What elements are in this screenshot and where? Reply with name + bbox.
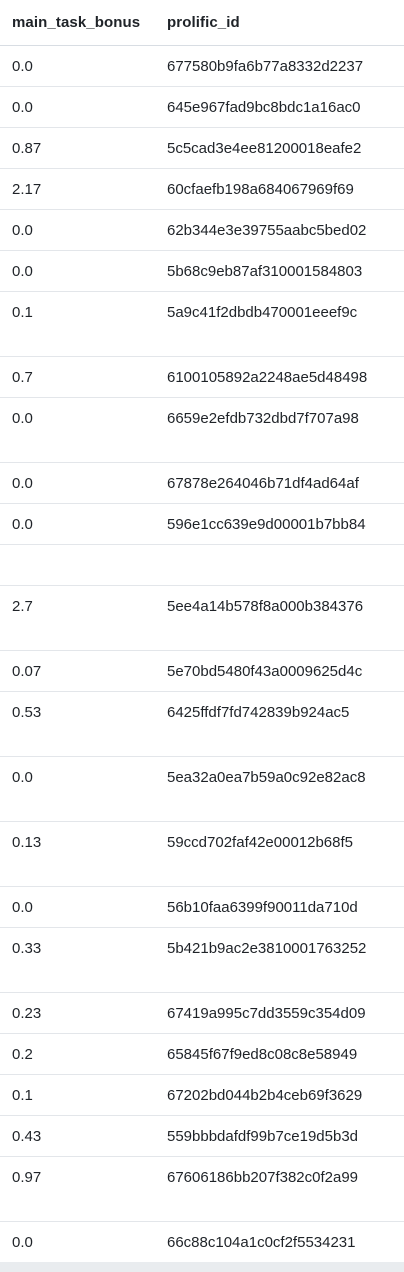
cell-prolific-id: 596e1cc639e9d00001b7bb84 (167, 516, 366, 533)
cell-main-task-bonus: 0.23 (12, 1005, 42, 1022)
table-row[interactable]: 0.13 59ccd702faf42e00012b68f5 (0, 822, 404, 887)
table-row[interactable]: 0.87 5c5cad3e4ee81200018eafe2 (0, 128, 404, 169)
cell-main-task-bonus: 0.87 (12, 140, 42, 157)
cell-prolific-id: 559bbbdafdf99b7ce19d5b3d (167, 1128, 359, 1145)
cell-prolific-id: 65845f67f9ed8c08c8e58949 (167, 1046, 358, 1063)
cell-main-task-bonus: 0.0 (12, 58, 33, 75)
cell-main-task-bonus: 0.0 (12, 769, 33, 786)
table-row[interactable]: 0.43 559bbbdafdf99b7ce19d5b3d (0, 1116, 404, 1157)
cell-main-task-bonus: 0.0 (12, 410, 33, 427)
table-row[interactable]: 0.0 645e967fad9bc8bdc1a16ac0 (0, 87, 404, 128)
cell-prolific-id: 60cfaefb198a684067969f69 (167, 181, 354, 198)
cell-main-task-bonus: 0.13 (12, 834, 42, 851)
cell-main-task-bonus: 2.17 (12, 181, 42, 198)
cell-main-task-bonus: 0.97 (12, 1169, 42, 1186)
table-row[interactable]: 0.0 5b68c9eb87af310001584803 (0, 251, 404, 292)
cell-main-task-bonus: 0.43 (12, 1128, 42, 1145)
cell-prolific-id: 62b344e3e39755aabc5bed02 (167, 222, 367, 239)
cell-prolific-id: 645e967fad9bc8bdc1a16ac0 (167, 99, 361, 116)
cell-main-task-bonus: 0.0 (12, 222, 33, 239)
cell-prolific-id: 5ea32a0ea7b59a0c92e82ac8 (167, 769, 366, 786)
table-row[interactable]: 0.7 6100105892a2248ae5d48498 (0, 357, 404, 398)
table-row[interactable]: 0.2 65845f67f9ed8c08c8e58949 (0, 1034, 404, 1075)
table-row[interactable]: 0.0 677580b9fa6b77a8332d2237 (0, 46, 404, 87)
cell-main-task-bonus: 0.33 (12, 940, 42, 957)
table-row[interactable]: 0.0 62b344e3e39755aabc5bed02 (0, 210, 404, 251)
data-table: main_task_bonus prolific_id 0.0 677580b9f… (0, 0, 404, 1263)
cell-main-task-bonus: 0.0 (12, 263, 33, 280)
cell-main-task-bonus: 0.2 (12, 1046, 33, 1063)
cell-prolific-id: 6425ffdf7fd742839b924ac5 (167, 704, 350, 721)
cell-main-task-bonus: 0.07 (12, 663, 42, 680)
table-row[interactable]: 0.23 67419a995c7dd3559c354d09 (0, 993, 404, 1034)
table-footer-bar (0, 1262, 404, 1272)
table-row[interactable]: 0.0 6659e2efdb732dbd7f707a98 (0, 398, 404, 463)
table-row[interactable]: 0.0 5ea32a0ea7b59a0c92e82ac8 (0, 757, 404, 822)
cell-main-task-bonus: 0.0 (12, 1234, 33, 1251)
table-row[interactable]: 0.33 5b421b9ac2e3810001763252 (0, 928, 404, 993)
cell-main-task-bonus: 0.1 (12, 304, 33, 321)
column-header-prolific-id[interactable]: prolific_id (155, 14, 404, 31)
cell-prolific-id: 6659e2efdb732dbd7f707a98 (167, 410, 359, 427)
cell-prolific-id: 67606186bb207f382c0f2a99 (167, 1169, 359, 1186)
table-header-row: main_task_bonus prolific_id (0, 0, 404, 46)
table-row[interactable]: 0.97 67606186bb207f382c0f2a99 (0, 1157, 404, 1222)
cell-prolific-id: 5c5cad3e4ee81200018eafe2 (167, 140, 362, 157)
table-row[interactable]: 0.0 596e1cc639e9d00001b7bb84 (0, 504, 404, 545)
table-row[interactable]: 2.7 5ee4a14b578f8a000b384376 (0, 586, 404, 651)
table-body: 0.0 677580b9fa6b77a8332d2237 0.0 645e967fad… (0, 46, 404, 1263)
table-row[interactable]: 0.0 56b10faa6399f90011da710d (0, 887, 404, 928)
cell-main-task-bonus: 0.0 (12, 475, 33, 492)
data-table-view: main_task_bonus prolific_id 0.0 677580b9f… (0, 0, 404, 1272)
cell-prolific-id: 5b68c9eb87af310001584803 (167, 263, 363, 280)
table-row[interactable]: 0.07 5e70bd5480f43a0009625d4c (0, 651, 404, 692)
cell-main-task-bonus: 0.1 (12, 1087, 33, 1104)
cell-prolific-id: 677580b9fa6b77a8332d2237 (167, 58, 364, 75)
cell-prolific-id: 67878e264046b71df4ad64af (167, 475, 359, 492)
cell-prolific-id: 5e70bd5480f43a0009625d4c (167, 663, 363, 680)
cell-main-task-bonus: 0.53 (12, 704, 42, 721)
cell-prolific-id: 66c88c104a1c0cf2f5534231 (167, 1234, 356, 1251)
cell-prolific-id: 5b421b9ac2e3810001763252 (167, 940, 367, 957)
cell-main-task-bonus: 0.0 (12, 516, 33, 533)
cell-prolific-id: 6100105892a2248ae5d48498 (167, 369, 368, 386)
cell-prolific-id: 59ccd702faf42e00012b68f5 (167, 834, 354, 851)
cell-main-task-bonus: 0.7 (12, 369, 33, 386)
column-header-main-task-bonus[interactable]: main_task_bonus (0, 14, 155, 31)
cell-prolific-id: 5ee4a14b578f8a000b384376 (167, 598, 364, 615)
table-row[interactable]: 0.53 6425ffdf7fd742839b924ac5 (0, 692, 404, 757)
table-row[interactable] (0, 545, 404, 586)
table-row[interactable]: 0.1 5a9c41f2dbdb470001eeef9c (0, 292, 404, 357)
table-row[interactable]: 0.0 67878e264046b71df4ad64af (0, 463, 404, 504)
cell-prolific-id: 67419a995c7dd3559c354d09 (167, 1005, 366, 1022)
cell-main-task-bonus: 0.0 (12, 899, 33, 916)
cell-prolific-id: 56b10faa6399f90011da710d (167, 899, 358, 916)
table-row[interactable]: 0.1 67202bd044b2b4ceb69f3629 (0, 1075, 404, 1116)
cell-main-task-bonus (0, 545, 155, 557)
cell-prolific-id: 67202bd044b2b4ceb69f3629 (167, 1087, 363, 1104)
cell-prolific-id: 5a9c41f2dbdb470001eeef9c (167, 304, 358, 321)
cell-main-task-bonus: 0.0 (12, 99, 33, 116)
table-row[interactable]: 2.17 60cfaefb198a684067969f69 (0, 169, 404, 210)
cell-prolific-id (155, 545, 404, 557)
table-row[interactable]: 0.0 66c88c104a1c0cf2f5534231 (0, 1222, 404, 1263)
cell-main-task-bonus: 2.7 (12, 598, 33, 615)
